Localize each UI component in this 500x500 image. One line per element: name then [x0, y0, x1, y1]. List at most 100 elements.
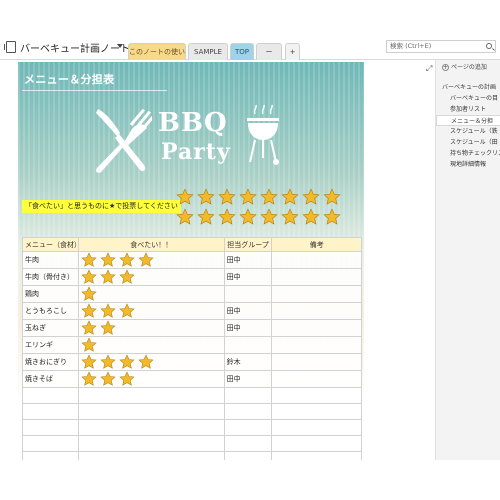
group-cell[interactable] — [223, 451, 273, 460]
tab-more[interactable]: ー — [256, 43, 282, 60]
star-icon[interactable] — [138, 252, 154, 268]
notebook-title[interactable]: バーベキュー計画ノート — [20, 40, 130, 55]
group-cell[interactable]: 田中 — [223, 302, 273, 320]
star-icon[interactable] — [119, 371, 135, 387]
page-list-item[interactable]: メニュー＆分担 — [436, 115, 500, 126]
page-list-item[interactable]: バーベキューの目 — [436, 93, 500, 104]
note-cell[interactable] — [271, 403, 362, 420]
star-icon[interactable] — [100, 252, 116, 268]
menu-cell[interactable]: 焼きおにぎり — [22, 353, 79, 371]
note-cell[interactable] — [271, 251, 362, 269]
menu-cell[interactable]: 鶏肉 — [22, 285, 79, 303]
page-list-item[interactable]: 現地詳細情報 — [436, 159, 500, 170]
menu-cell[interactable]: とうもろこし — [22, 302, 79, 320]
note-cell[interactable] — [271, 353, 362, 371]
tab-top[interactable]: TOP — [230, 43, 254, 60]
star-icon[interactable] — [260, 208, 278, 226]
star-icon[interactable] — [218, 188, 236, 206]
note-cell[interactable] — [271, 285, 362, 303]
star-icon[interactable] — [81, 354, 97, 370]
star-icon[interactable] — [281, 188, 299, 206]
menu-cell[interactable] — [22, 403, 79, 420]
vote-star-palette[interactable] — [176, 187, 356, 227]
want-stars-cell[interactable] — [77, 435, 225, 452]
star-icon[interactable] — [197, 188, 215, 206]
star-icon[interactable] — [302, 208, 320, 226]
note-cell[interactable] — [271, 387, 362, 404]
star-icon[interactable] — [119, 252, 135, 268]
group-cell[interactable] — [223, 387, 273, 404]
search-icon[interactable] — [486, 43, 492, 49]
note-cell[interactable] — [271, 336, 362, 354]
menu-cell[interactable]: 牛肉 — [22, 251, 79, 269]
star-icon[interactable] — [218, 208, 236, 226]
menu-cell[interactable] — [22, 387, 79, 404]
tab-sample[interactable]: SAMPLE — [188, 43, 228, 60]
star-icon[interactable] — [81, 371, 97, 387]
expand-icon[interactable]: ⤢ — [426, 64, 432, 74]
menu-cell[interactable]: 焼きそば — [22, 370, 79, 388]
want-stars-cell[interactable] — [77, 451, 225, 460]
page-list-item[interactable]: スケジュール（田 — [436, 137, 500, 148]
menu-cell[interactable]: エリンギ — [22, 336, 79, 354]
star-icon[interactable] — [81, 303, 97, 319]
star-icon[interactable] — [239, 208, 257, 226]
star-icon[interactable] — [197, 208, 215, 226]
star-icon[interactable] — [323, 188, 341, 206]
note-cell[interactable] — [271, 302, 362, 320]
star-icon[interactable] — [100, 320, 116, 336]
want-stars-cell[interactable] — [77, 387, 225, 404]
star-icon[interactable] — [100, 354, 116, 370]
group-cell[interactable] — [223, 419, 273, 436]
want-stars-cell[interactable] — [77, 370, 225, 388]
group-cell[interactable]: 田中 — [223, 268, 273, 286]
star-icon[interactable] — [281, 208, 299, 226]
star-icon[interactable] — [176, 188, 194, 206]
want-stars-cell[interactable] — [77, 302, 225, 320]
note-cell[interactable] — [271, 370, 362, 388]
want-stars-cell[interactable] — [77, 285, 225, 303]
menu-cell[interactable] — [22, 419, 79, 436]
note-cell[interactable] — [271, 319, 362, 337]
want-stars-cell[interactable] — [77, 353, 225, 371]
want-stars-cell[interactable] — [77, 419, 225, 436]
group-cell[interactable]: 鈴木 — [223, 353, 273, 371]
menu-cell[interactable]: 玉ねぎ — [22, 319, 79, 337]
page-list-item[interactable]: スケジュール（鉄 — [436, 126, 500, 137]
want-stars-cell[interactable] — [77, 336, 225, 354]
note-cell[interactable] — [271, 419, 362, 436]
page-list-item[interactable]: 参加者リスト — [436, 104, 500, 115]
star-icon[interactable] — [81, 269, 97, 285]
star-icon[interactable] — [119, 303, 135, 319]
star-icon[interactable] — [323, 208, 341, 226]
star-icon[interactable] — [176, 208, 194, 226]
want-stars-cell[interactable] — [77, 319, 225, 337]
note-cell[interactable] — [271, 435, 362, 452]
group-cell[interactable]: 田中 — [223, 319, 273, 337]
tab-add[interactable]: + — [285, 43, 300, 60]
page-list-item[interactable]: 持ち物チェックリス — [436, 148, 500, 159]
group-cell[interactable] — [223, 403, 273, 420]
star-icon[interactable] — [81, 320, 97, 336]
search-input[interactable]: 検索 (Ctrl+E) — [386, 40, 496, 53]
star-icon[interactable] — [119, 269, 135, 285]
menu-cell[interactable] — [22, 451, 79, 460]
want-stars-cell[interactable] — [77, 403, 225, 420]
want-stars-cell[interactable] — [77, 251, 225, 269]
star-icon[interactable] — [81, 252, 97, 268]
page-title[interactable]: メニュー＆分担表 — [24, 71, 114, 87]
star-icon[interactable] — [100, 303, 116, 319]
star-icon[interactable] — [81, 286, 97, 302]
star-icon[interactable] — [302, 188, 320, 206]
star-icon[interactable] — [81, 337, 97, 353]
page-list-item[interactable]: バーベキューの計画 — [436, 82, 500, 93]
note-cell[interactable] — [271, 451, 362, 460]
star-icon[interactable] — [260, 188, 278, 206]
menu-cell[interactable] — [22, 435, 79, 452]
star-icon[interactable] — [100, 269, 116, 285]
tab-how-to-use[interactable]: このノートの使い方 — [128, 43, 186, 60]
star-icon[interactable] — [239, 188, 257, 206]
star-icon[interactable] — [138, 354, 154, 370]
group-cell[interactable]: 田中 — [223, 370, 273, 388]
menu-cell[interactable]: 牛肉（骨付き） — [22, 268, 79, 286]
